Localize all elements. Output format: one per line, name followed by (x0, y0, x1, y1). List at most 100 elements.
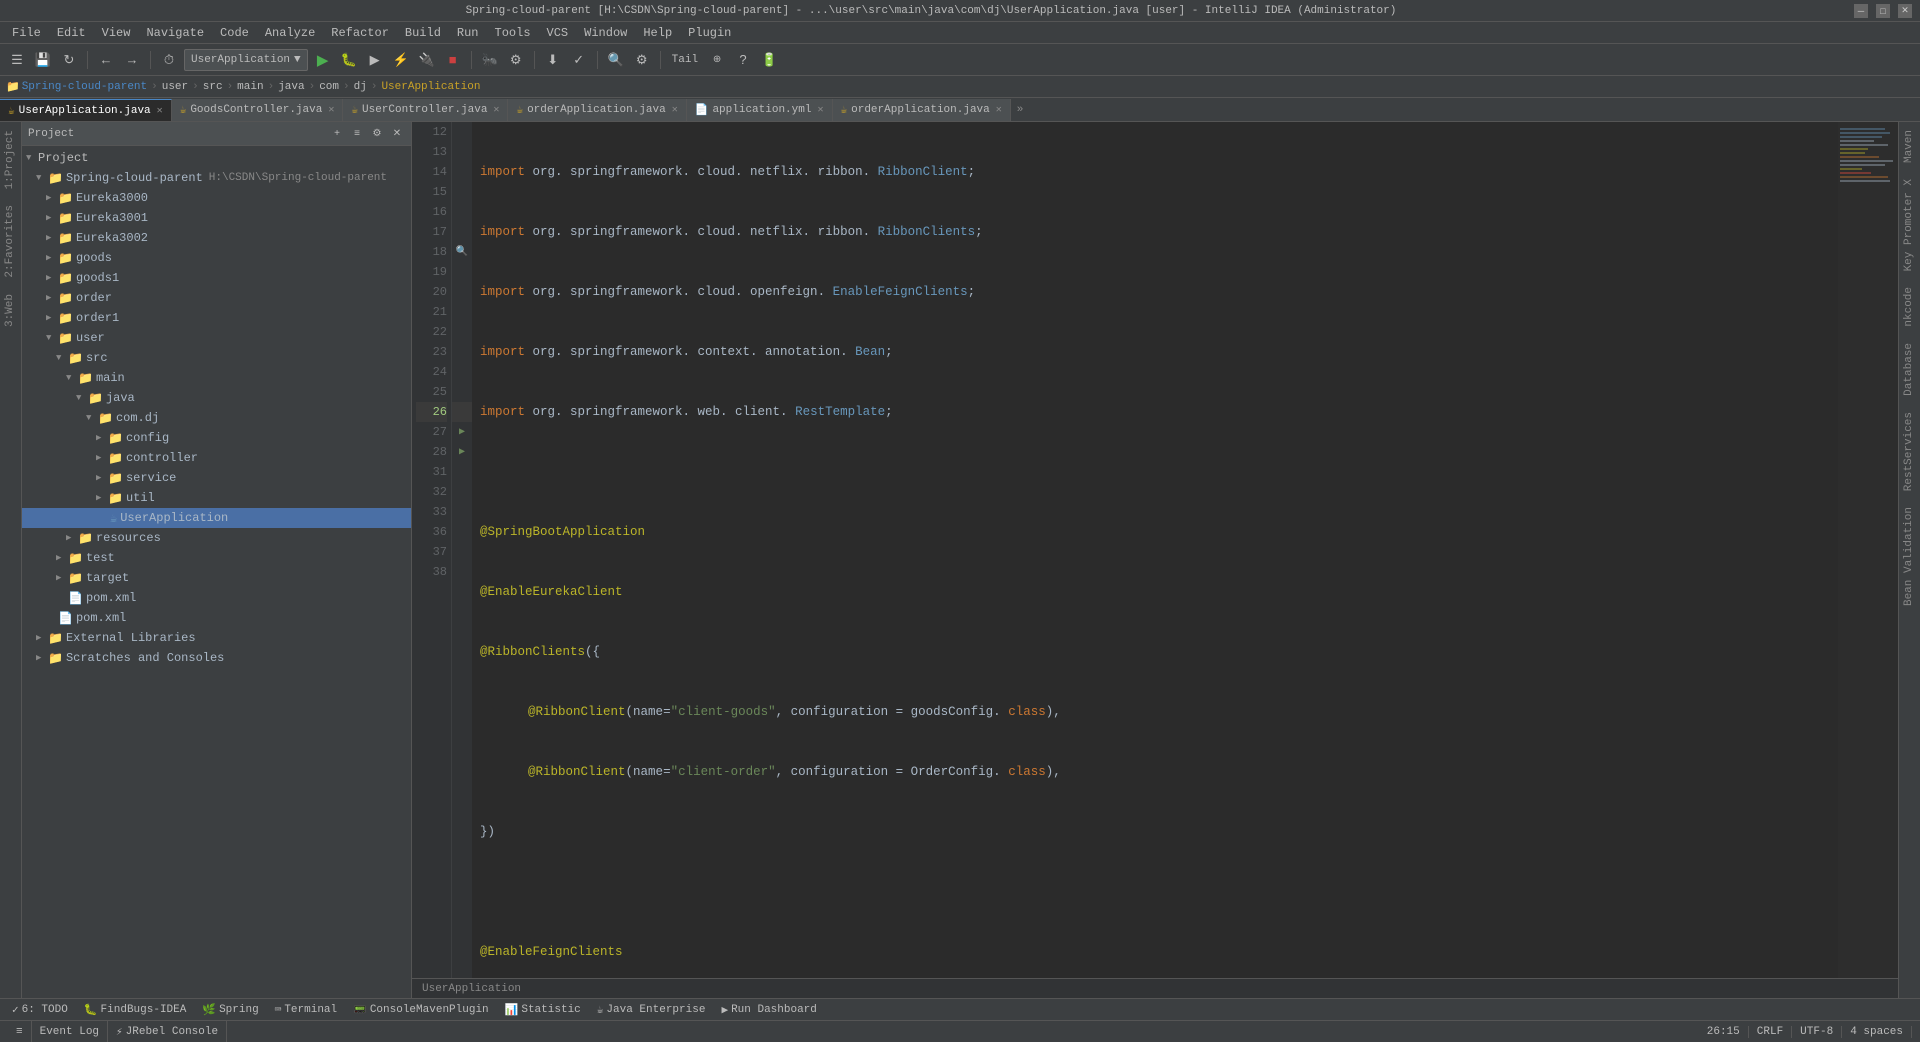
breadcrumb-java[interactable]: java (278, 81, 304, 93)
right-tab-maven[interactable]: Maven (1899, 122, 1920, 171)
help-button[interactable]: ? (732, 49, 754, 71)
right-tab-bean-validation[interactable]: Bean Validation (1899, 499, 1920, 614)
tree-scratches[interactable]: ▶ 📁 Scratches and Consoles (22, 648, 411, 668)
attach-debugger[interactable]: 🔌 (416, 49, 438, 71)
ant-button[interactable]: 🐜 (479, 49, 501, 71)
tail-button[interactable]: ⊕ (706, 49, 728, 71)
tree-pom-root[interactable]: 📄 pom.xml (22, 608, 411, 628)
tree-com-dj[interactable]: ▼ 📁 com.dj (22, 408, 411, 428)
left-tab-web[interactable]: 3:Web (0, 286, 21, 335)
editor-scrollbar[interactable] (1888, 122, 1898, 978)
breadcrumb-src[interactable]: src (203, 81, 223, 93)
window-controls[interactable]: ─ □ ✕ (1854, 4, 1912, 18)
menu-refactor[interactable]: Refactor (323, 24, 397, 42)
profile-button[interactable]: ⚡ (390, 49, 412, 71)
tree-util[interactable]: ▶ 📁 util (22, 488, 411, 508)
tab-application-yml[interactable]: 📄 application.yml ✕ (687, 99, 833, 121)
tree-goods1[interactable]: ▶ 📁 goods1 (22, 268, 411, 288)
project-add-button[interactable]: + (329, 126, 345, 142)
tree-user-application[interactable]: ☕ UserApplication (22, 508, 411, 528)
tree-order[interactable]: ▶ 📁 order (22, 288, 411, 308)
tree-eureka3000[interactable]: ▶ 📁 Eureka3000 (22, 188, 411, 208)
menu-help[interactable]: Help (635, 24, 680, 42)
menu-file[interactable]: File (4, 24, 49, 42)
left-tab-project[interactable]: 1:Project (0, 122, 21, 197)
toolbar-forward-button[interactable]: → (121, 49, 143, 71)
bottom-tab-todo[interactable]: ✓ 6: TODO (4, 999, 76, 1020)
tab-close-order2[interactable]: ✕ (996, 104, 1002, 116)
run-config-dropdown[interactable]: UserApplication ▼ (184, 49, 308, 71)
stop-button[interactable]: ■ (442, 49, 464, 71)
status-charset[interactable]: UTF-8 (1792, 1026, 1842, 1038)
tree-service[interactable]: ▶ 📁 service (22, 468, 411, 488)
run-with-coverage[interactable]: ▶ (364, 49, 386, 71)
tree-config[interactable]: ▶ 📁 config (22, 428, 411, 448)
tree-goods[interactable]: ▶ 📁 goods (22, 248, 411, 268)
breadcrumb-user[interactable]: user (162, 81, 188, 93)
menu-run[interactable]: Run (449, 24, 487, 42)
tree-eureka3001[interactable]: ▶ 📁 Eureka3001 (22, 208, 411, 228)
left-tab-favorites[interactable]: 2:Favorites (0, 197, 21, 286)
tab-order-application[interactable]: ☕ orderApplication.java ✕ (508, 99, 686, 121)
tree-controller[interactable]: ▶ 📁 controller (22, 448, 411, 468)
tree-test[interactable]: ▶ 📁 test (22, 548, 411, 568)
tab-close-goods[interactable]: ✕ (328, 104, 334, 116)
run-button[interactable]: ▶ (312, 49, 334, 71)
breadcrumb-com[interactable]: com (319, 81, 339, 93)
tree-pom-user[interactable]: 📄 pom.xml (22, 588, 411, 608)
tree-java[interactable]: ▼ 📁 java (22, 388, 411, 408)
tree-main[interactable]: ▼ 📁 main (22, 368, 411, 388)
bottom-tab-console-maven[interactable]: 📟 ConsoleMavenPlugin (345, 999, 497, 1020)
tab-order-application-2[interactable]: ☕ orderApplication.java ✕ (833, 99, 1011, 121)
editor-content[interactable]: 12 13 14 15 16 17 18 19 20 21 22 23 24 2… (412, 122, 1898, 978)
vcs-update[interactable]: ⬇ (542, 49, 564, 71)
tab-close-user-application[interactable]: ✕ (157, 105, 163, 117)
breadcrumb-file[interactable]: UserApplication (381, 81, 480, 93)
build-artifacts[interactable]: ⚙ (505, 49, 527, 71)
project-close-button[interactable]: ✕ (389, 126, 405, 142)
menu-view[interactable]: View (94, 24, 139, 42)
code-editor[interactable]: import org. springframework. cloud. netf… (472, 122, 1888, 978)
tree-project-dropdown[interactable]: ▼ Project (22, 148, 411, 168)
maximize-button[interactable]: □ (1876, 4, 1890, 18)
minimize-button[interactable]: ─ (1854, 4, 1868, 18)
toolbar-sync-button[interactable]: ↻ (58, 49, 80, 71)
bottom-tab-java-enterprise[interactable]: ☕ Java Enterprise (589, 999, 714, 1020)
menu-edit[interactable]: Edit (49, 24, 94, 42)
right-tab-nkcode[interactable]: nkcode (1899, 279, 1920, 335)
tree-external-libraries[interactable]: ▶ 📁 External Libraries (22, 628, 411, 648)
tree-spring-cloud-parent[interactable]: ▼ 📁 Spring-cloud-parent H:\CSDN\Spring-c… (22, 168, 411, 188)
search-everywhere[interactable]: 🔍 (605, 49, 627, 71)
settings-button[interactable]: ⚙ (631, 49, 653, 71)
tabs-overflow-button[interactable]: » (1011, 99, 1030, 121)
menu-vcs[interactable]: VCS (539, 24, 577, 42)
tab-goods-controller[interactable]: ☕ GoodsController.java ✕ (172, 99, 344, 121)
tab-close-user-ctrl[interactable]: ✕ (493, 104, 499, 116)
bottom-tab-run-dashboard[interactable]: ▶ Run Dashboard (713, 999, 824, 1020)
toolbar-save-button[interactable]: 💾 (32, 49, 54, 71)
breadcrumb-root[interactable]: Spring-cloud-parent (22, 81, 147, 93)
status-menu-icon[interactable]: ≡ (8, 1021, 32, 1042)
close-button[interactable]: ✕ (1898, 4, 1912, 18)
breadcrumb-main[interactable]: main (237, 81, 263, 93)
tree-order1[interactable]: ▶ 📁 order1 (22, 308, 411, 328)
menu-analyze[interactable]: Analyze (257, 24, 323, 42)
status-encoding[interactable]: CRLF (1749, 1026, 1792, 1038)
toolbar-menu-button[interactable]: ☰ (6, 49, 28, 71)
menu-code[interactable]: Code (212, 24, 257, 42)
menu-build[interactable]: Build (397, 24, 449, 42)
breadcrumb-dj[interactable]: dj (354, 81, 367, 93)
tree-src[interactable]: ▼ 📁 src (22, 348, 411, 368)
power-save[interactable]: 🔋 (758, 49, 780, 71)
status-indent[interactable]: 4 spaces (1842, 1026, 1912, 1038)
toolbar-back-button[interactable]: ← (95, 49, 117, 71)
menu-plugin[interactable]: Plugin (680, 24, 739, 42)
tree-eureka3002[interactable]: ▶ 📁 Eureka3002 (22, 228, 411, 248)
bottom-tab-statistic[interactable]: 📊 Statistic (497, 999, 589, 1020)
tab-user-controller[interactable]: ☕ UserController.java ✕ (343, 99, 508, 121)
menu-tools[interactable]: Tools (487, 24, 539, 42)
status-event-log[interactable]: Event Log (32, 1021, 108, 1042)
status-position[interactable]: 26:15 (1699, 1026, 1749, 1038)
tree-user[interactable]: ▼ 📁 user (22, 328, 411, 348)
right-tab-key-promoter[interactable]: Key Promoter X (1899, 171, 1920, 279)
